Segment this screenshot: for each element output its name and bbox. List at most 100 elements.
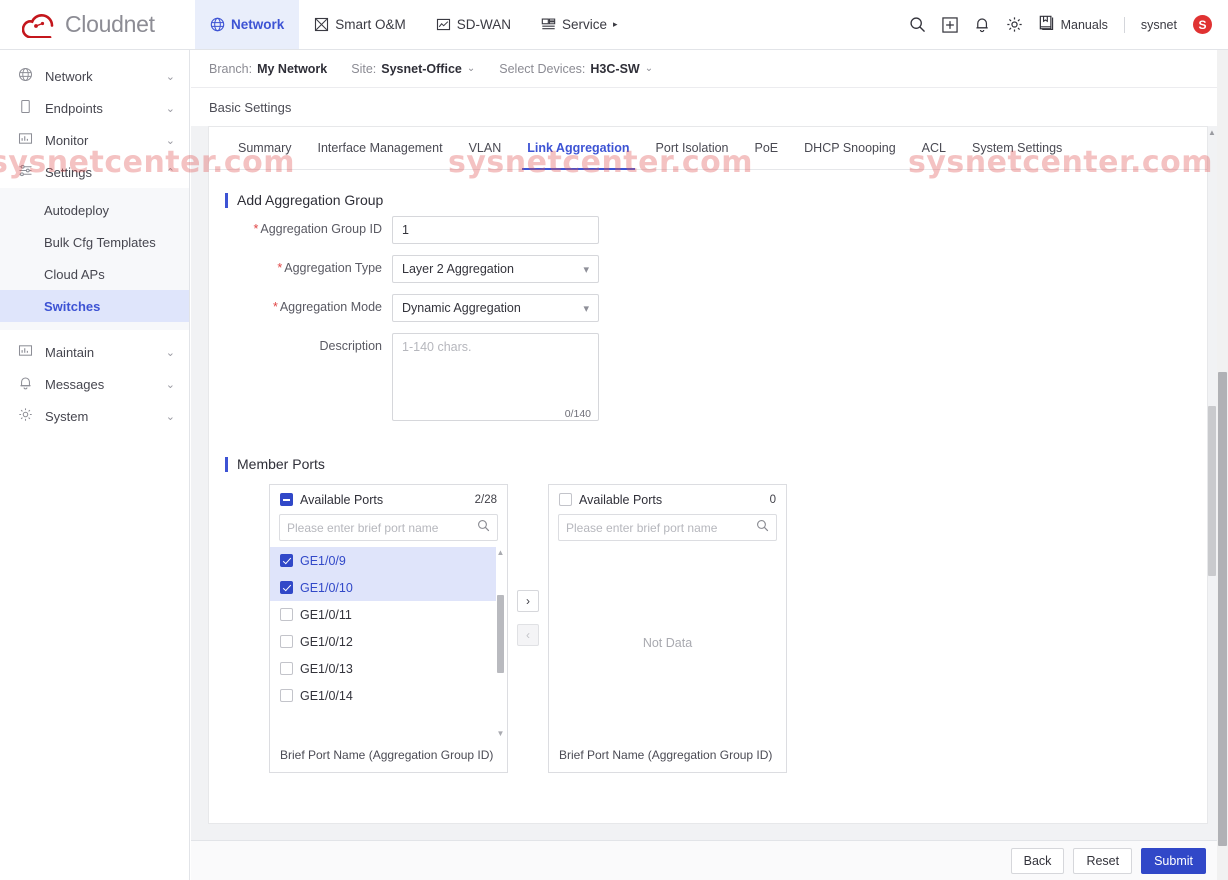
port-checkbox[interactable] — [280, 689, 293, 702]
tab-interface-management[interactable]: Interface Management — [304, 127, 455, 170]
left-port-search-input[interactable] — [287, 520, 477, 535]
tab-poe[interactable]: PoE — [742, 127, 792, 170]
manuals-link[interactable]: Manuals — [1039, 15, 1108, 34]
right-port-search[interactable] — [558, 514, 777, 541]
brand-name: Cloudnet — [65, 11, 155, 37]
port-transfer-widget: Available Ports 2/28 Please enter brief … — [269, 484, 1207, 773]
top-header-bar: Cloudnet Network Smart O&M SD-WAN Servic… — [0, 0, 1228, 50]
sidebar-item-switches[interactable]: Switches — [0, 290, 189, 322]
left-port-list: GE1/0/9 GE1/0/10 GE1/0/11 GE1/0/12 GE1/0… — [270, 547, 507, 738]
list-item[interactable]: GE1/0/14 — [270, 682, 496, 709]
search-icon[interactable] — [909, 16, 926, 33]
topnav-label-network: Network — [231, 17, 285, 32]
field-row-description: Description 0/140 — [225, 333, 1207, 426]
topnav-item-service[interactable]: Service ▸ — [526, 0, 633, 49]
tab-vlan[interactable]: VLAN — [456, 127, 515, 170]
sidebar-item-settings[interactable]: Settings ⌃ — [0, 156, 189, 188]
chevron-down-icon: ⌄ — [165, 70, 175, 83]
top-navigation: Network Smart O&M SD-WAN Service ▸ — [195, 0, 633, 49]
sidebar-label-settings: Settings — [45, 164, 92, 180]
left-list-scrollbar[interactable]: ▲ ▼ — [496, 547, 505, 738]
field-row-aggregation-group-id: * Aggregation Group ID — [225, 216, 1207, 244]
breadcrumb-device-label: Select Devices: — [499, 61, 586, 76]
select-all-checkbox-right[interactable] — [559, 493, 572, 506]
sdwan-icon — [436, 17, 451, 32]
brand-logo-area[interactable]: Cloudnet — [0, 0, 195, 49]
content-scrollbar[interactable]: ▲ — [1207, 126, 1217, 840]
section-header-member-ports: Member Ports — [225, 456, 1207, 472]
avatar[interactable]: S — [1193, 15, 1212, 34]
chevron-right-icon: › — [526, 594, 530, 608]
search-icon[interactable] — [756, 519, 769, 537]
aggregation-group-id-input[interactable] — [392, 216, 599, 244]
label-aggregation-group-id: * Aggregation Group ID — [225, 216, 392, 236]
label-text-aggregation-mode: Aggregation Mode — [279, 300, 382, 314]
left-list-scroll-thumb[interactable] — [497, 595, 504, 673]
list-item[interactable]: GE1/0/10 — [270, 574, 496, 601]
sidebar: Network ⌄ Endpoints ⌄ Monitor ⌄ Settings… — [0, 50, 190, 880]
port-checkbox[interactable] — [280, 581, 293, 594]
topnav-item-smart-om[interactable]: Smart O&M — [299, 0, 421, 49]
scroll-up-arrow-icon[interactable]: ▲ — [1207, 126, 1217, 138]
aggregation-type-select[interactable]: Layer 2 Aggregation ▾ — [392, 255, 599, 283]
tab-summary[interactable]: Summary — [225, 127, 304, 170]
sidebar-label-switches: Switches — [44, 298, 101, 314]
select-all-checkbox-left[interactable] — [280, 493, 293, 506]
page-scrollbar[interactable] — [1217, 50, 1228, 880]
topnav-item-network[interactable]: Network — [195, 0, 300, 49]
content-scroll-thumb[interactable] — [1208, 406, 1216, 576]
search-icon[interactable] — [477, 519, 490, 537]
list-item[interactable]: GE1/0/11 — [270, 601, 496, 628]
sidebar-item-maintain[interactable]: Maintain ⌄ — [0, 336, 189, 368]
port-checkbox[interactable] — [280, 635, 293, 648]
globe-icon — [210, 17, 225, 32]
aggregation-mode-select[interactable]: Dynamic Aggregation ▾ — [392, 294, 599, 322]
move-left-button[interactable]: ‹ — [517, 624, 539, 646]
port-checkbox[interactable] — [280, 662, 293, 675]
plus-box-icon[interactable] — [941, 16, 958, 33]
breadcrumb-site[interactable]: Site: Sysnet-Office ⌄ — [351, 62, 475, 76]
chevron-down-icon: ⌄ — [165, 102, 175, 115]
list-item[interactable]: GE1/0/9 — [270, 547, 496, 574]
chevron-down-icon[interactable]: ⌄ — [467, 63, 475, 74]
topnav-label-sdwan: SD-WAN — [456, 17, 512, 32]
chevron-left-icon: ‹ — [526, 628, 530, 642]
sidebar-item-autodeploy[interactable]: Autodeploy — [0, 194, 189, 226]
left-port-list-items: GE1/0/9 GE1/0/10 GE1/0/11 GE1/0/12 GE1/0… — [270, 547, 496, 738]
tab-system-settings[interactable]: System Settings — [959, 127, 1075, 170]
list-item[interactable]: GE1/0/13 — [270, 655, 496, 682]
scroll-down-arrow-icon[interactable]: ▼ — [496, 728, 505, 738]
back-button[interactable]: Back — [1010, 847, 1065, 874]
gear-icon[interactable] — [1006, 16, 1023, 33]
sidebar-label-network: Network — [45, 68, 93, 84]
port-label: GE1/0/10 — [300, 580, 353, 595]
sidebar-item-cloud-aps[interactable]: Cloud APs — [0, 258, 189, 290]
page-scroll-thumb[interactable] — [1218, 372, 1227, 846]
move-right-button[interactable]: › — [517, 590, 539, 612]
sidebar-item-system[interactable]: System ⌄ — [0, 400, 189, 432]
left-port-search[interactable] — [279, 514, 498, 541]
chevron-down-icon: ▾ — [583, 263, 589, 276]
sidebar-item-endpoints[interactable]: Endpoints ⌄ — [0, 92, 189, 124]
submit-button[interactable]: Submit — [1141, 847, 1206, 874]
sidebar-item-network[interactable]: Network ⌄ — [0, 60, 189, 92]
scroll-up-arrow-icon[interactable]: ▲ — [496, 547, 505, 557]
sidebar-item-messages[interactable]: Messages ⌄ — [0, 368, 189, 400]
sidebar-item-monitor[interactable]: Monitor ⌄ — [0, 124, 189, 156]
port-checkbox[interactable] — [280, 554, 293, 567]
device-icon — [18, 99, 33, 117]
sidebar-item-bulk-cfg-templates[interactable]: Bulk Cfg Templates — [0, 226, 189, 258]
right-port-search-input[interactable] — [566, 520, 756, 535]
breadcrumb-device[interactable]: Select Devices: H3C-SW ⌄ — [499, 62, 653, 76]
bell-icon[interactable] — [974, 16, 990, 33]
tab-acl[interactable]: ACL — [909, 127, 959, 170]
chevron-down-icon[interactable]: ⌄ — [645, 63, 653, 74]
reset-button[interactable]: Reset — [1073, 847, 1133, 874]
tab-port-isolation[interactable]: Port Isolation — [643, 127, 742, 170]
list-item[interactable]: GE1/0/12 — [270, 628, 496, 655]
topnav-item-sdwan[interactable]: SD-WAN — [421, 0, 526, 49]
tab-link-aggregation[interactable]: Link Aggregation — [514, 127, 642, 170]
tab-dhcp-snooping[interactable]: DHCP Snooping — [791, 127, 909, 170]
monitor-icon — [18, 343, 33, 361]
port-checkbox[interactable] — [280, 608, 293, 621]
